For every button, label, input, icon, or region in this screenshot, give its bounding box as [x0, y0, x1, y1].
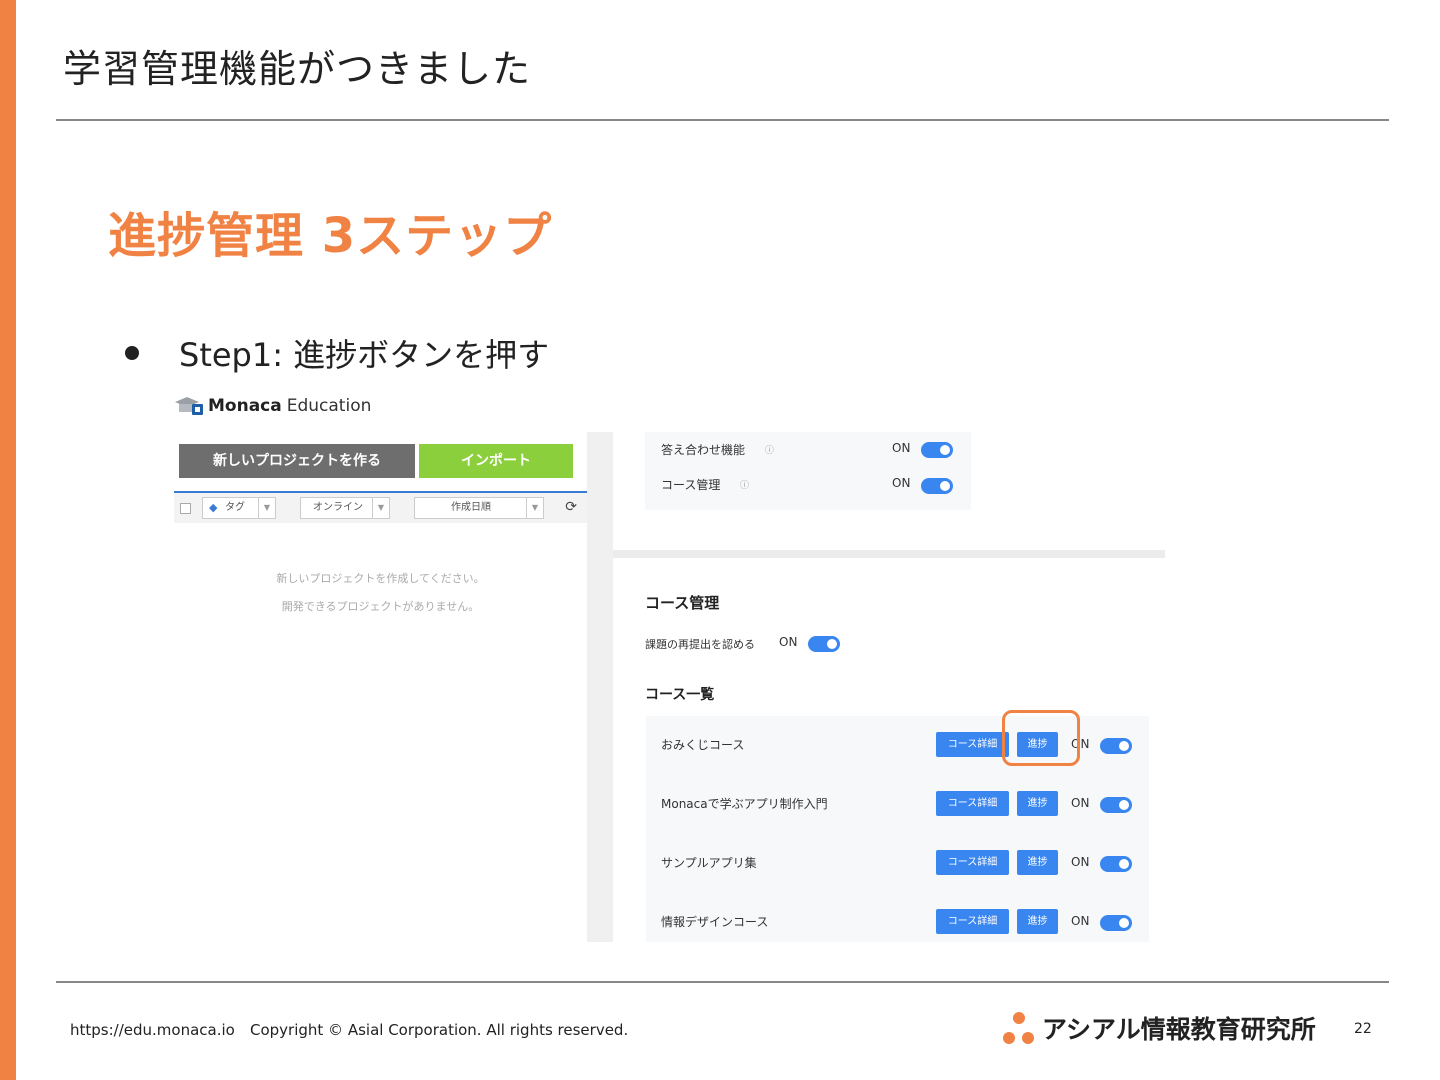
- answer-feature-label: 答え合わせ機能: [661, 443, 746, 457]
- refresh-icon[interactable]: ⟳: [565, 499, 577, 515]
- sort-select-label: 作成日順: [451, 502, 491, 513]
- resubmit-state: ON: [779, 635, 798, 649]
- course-state: ON: [1071, 914, 1090, 928]
- course-state: ON: [1071, 796, 1090, 810]
- progress-button-highlight: [1002, 710, 1080, 766]
- bullet-dot-icon: [125, 346, 139, 360]
- course-name: 情報デザインコース: [661, 915, 769, 929]
- course-toggle[interactable]: [1100, 856, 1132, 872]
- new-project-button[interactable]: 新しいプロジェクトを作る: [179, 444, 415, 478]
- project-pane: 新しいプロジェクトを作る インポート ◆ タグ ▼ オンライン ▼ 作成日順 ▼…: [174, 432, 588, 942]
- course-detail-button[interactable]: コース詳細: [936, 732, 1009, 757]
- chevron-down-icon: ▼: [372, 498, 389, 518]
- progress-button[interactable]: 進捗: [1017, 791, 1058, 816]
- course-toggle[interactable]: [1100, 797, 1132, 813]
- accent-bar: [0, 0, 16, 1080]
- tag-icon: ◆: [209, 501, 218, 514]
- resubmit-toggle[interactable]: [808, 636, 840, 652]
- filter-bar: ◆ タグ ▼ オンライン ▼ 作成日順 ▼ ⟳: [174, 491, 587, 523]
- empty-message-1: 新しいプロジェクトを作成してください。: [276, 572, 485, 585]
- footer-divider: [56, 981, 1389, 983]
- chevron-down-icon: ▼: [526, 498, 543, 518]
- pane-gap: [587, 432, 613, 942]
- chevron-down-icon: ▼: [258, 498, 275, 518]
- slide-title: 学習管理機能がつきました: [63, 47, 532, 91]
- feature-settings-box: 答え合わせ機能 ⓘ ON コース管理 ⓘ ON: [645, 432, 971, 510]
- online-filter-label: オンライン: [313, 502, 363, 513]
- course-detail-button[interactable]: コース詳細: [936, 909, 1009, 934]
- course-manage-label: コース管理: [661, 478, 721, 492]
- asial-brand: アシアル情報教育研究所: [1000, 1010, 1316, 1046]
- sort-select[interactable]: 作成日順 ▼: [414, 497, 544, 519]
- asial-logo-icon: [1000, 1010, 1038, 1046]
- feature-settings-panel: 答え合わせ機能 ⓘ ON コース管理 ⓘ ON: [613, 432, 1165, 550]
- course-section-title: コース管理: [645, 594, 720, 612]
- course-name: Monacaで学ぶアプリ制作入門: [661, 797, 828, 811]
- tag-filter[interactable]: ◆ タグ ▼: [202, 497, 276, 519]
- brand-name: アシアル情報教育研究所: [1042, 1015, 1316, 1044]
- course-manage-state: ON: [892, 476, 911, 490]
- page-number: 22: [1354, 1021, 1372, 1037]
- brand-bold: Monaca: [208, 396, 282, 416]
- progress-button[interactable]: 進捗: [1017, 850, 1058, 875]
- course-list-title: コース一覧: [645, 687, 715, 703]
- answer-feature-state: ON: [892, 441, 911, 455]
- import-button[interactable]: インポート: [419, 444, 573, 478]
- monaca-logo: Monaca Education: [174, 396, 371, 416]
- progress-button[interactable]: 進捗: [1017, 909, 1058, 934]
- info-icon[interactable]: ⓘ: [765, 443, 774, 456]
- answer-feature-toggle[interactable]: [921, 442, 953, 458]
- resubmit-label: 課題の再提出を認める: [645, 638, 755, 651]
- bullet-text: Step1: 進捗ボタンを押す: [179, 336, 550, 374]
- online-filter[interactable]: オンライン ▼: [300, 497, 390, 519]
- course-state: ON: [1071, 855, 1090, 869]
- footer-url: https://edu.monaca.io: [70, 1021, 235, 1039]
- header-divider: [56, 119, 1389, 121]
- app-screenshot: Monaca Education 新しいプロジェクトを作る インポート ◆ タグ…: [170, 390, 1165, 942]
- graduation-cap-icon: [174, 396, 204, 416]
- course-management-panel: コース管理 課題の再提出を認める ON コース一覧 おみくじコース コース詳細 …: [613, 558, 1165, 942]
- panel-separator: [613, 550, 1165, 558]
- bullet-item: Step1: 進捗ボタンを押す: [125, 330, 549, 376]
- brand-rest: Education: [286, 396, 372, 416]
- info-icon[interactable]: ⓘ: [740, 478, 749, 491]
- course-detail-button[interactable]: コース詳細: [936, 850, 1009, 875]
- slide-subtitle: 進捗管理 3ステップ: [108, 208, 553, 264]
- select-all-checkbox[interactable]: [180, 503, 191, 514]
- course-toggle[interactable]: [1100, 738, 1132, 754]
- course-manage-toggle[interactable]: [921, 478, 953, 494]
- course-toggle[interactable]: [1100, 915, 1132, 931]
- footer-copyright: Copyright © Asial Corporation. All right…: [250, 1021, 629, 1039]
- empty-message-2: 開発できるプロジェクトがありません。: [281, 600, 480, 613]
- tag-filter-label: タグ: [225, 502, 245, 513]
- course-detail-button[interactable]: コース詳細: [936, 791, 1009, 816]
- course-name: おみくじコース: [661, 738, 745, 752]
- course-name: サンプルアプリ集: [661, 856, 757, 870]
